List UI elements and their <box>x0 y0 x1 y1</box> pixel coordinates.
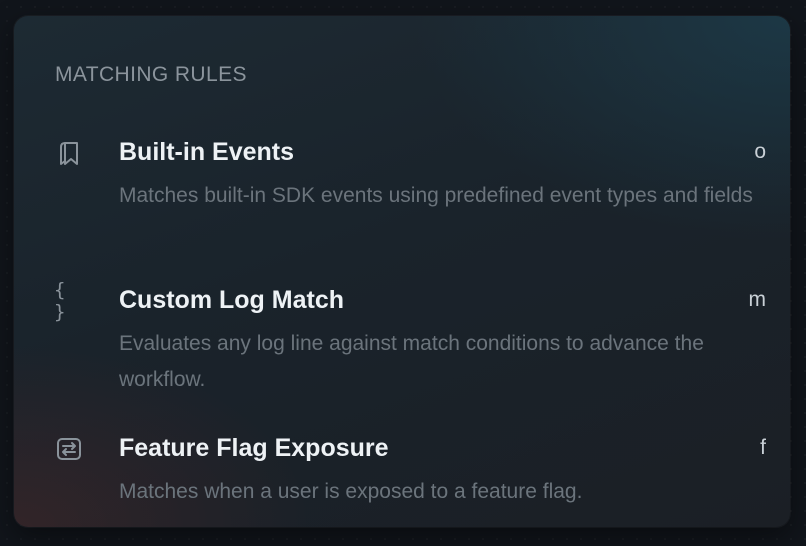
rule-item-feature-flag-exposure[interactable]: Feature Flag Exposure f Matches when a u… <box>14 434 790 546</box>
shortcut-key: m <box>748 288 767 311</box>
rule-title: Built-in Events <box>119 138 295 166</box>
rule-description: Matches built-in SDK events using predef… <box>119 184 753 207</box>
rule-title: Feature Flag Exposure <box>119 434 389 462</box>
arrows-exchange-icon <box>54 434 84 464</box>
braces-icon: { } <box>54 279 69 323</box>
rule-description: Evaluates any log line against match con… <box>119 332 704 391</box>
rule-item-custom-log-match[interactable]: { } Custom Log Match m Evaluates any log… <box>14 279 790 406</box>
shortcut-key: o <box>754 140 766 163</box>
rule-item-built-in-events[interactable]: Built-in Events o Matches built-in SDK e… <box>14 138 790 258</box>
section-title: MATCHING RULES <box>55 63 247 86</box>
bookmarks-icon <box>54 138 84 168</box>
rule-title: Custom Log Match <box>119 286 344 314</box>
rule-description: Matches when a user is exposed to a feat… <box>119 480 583 503</box>
shortcut-key: f <box>760 436 766 459</box>
matching-rules-panel: MATCHING RULES Built-in Events o Matches… <box>14 16 790 527</box>
